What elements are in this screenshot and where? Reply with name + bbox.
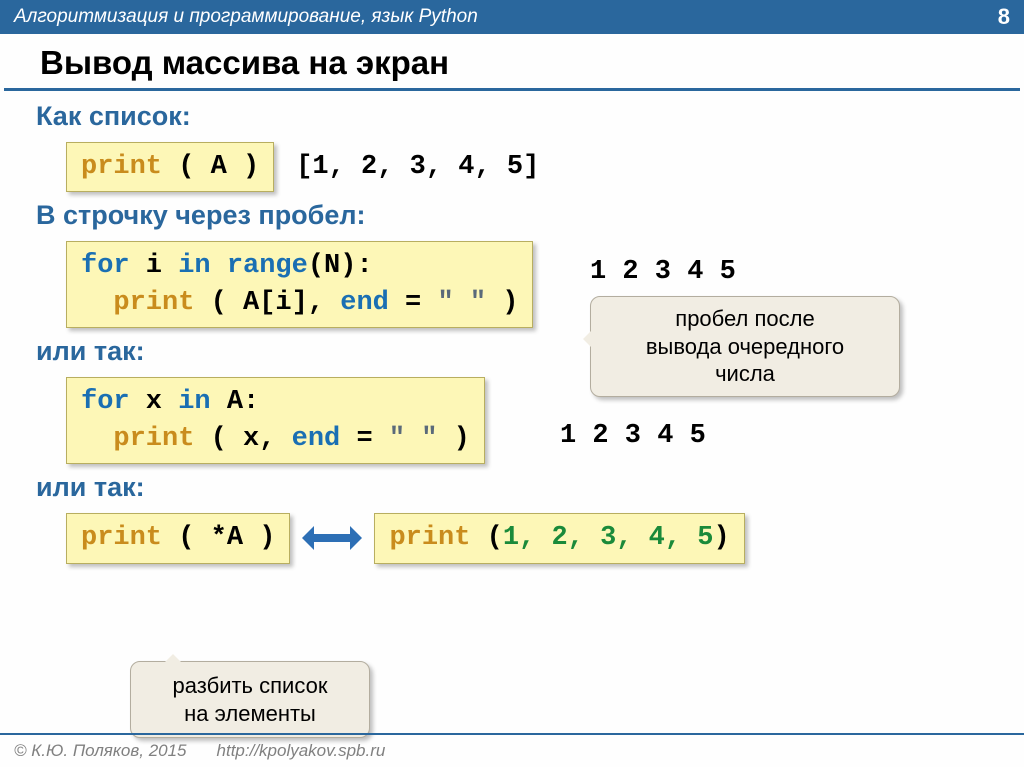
code-print-star: print ( *A ) xyxy=(66,513,290,563)
row-print-star: print ( *A ) print (1, 2, 3, 4, 5) xyxy=(66,513,988,563)
page-number: 8 xyxy=(998,4,1010,30)
double-arrow-icon xyxy=(302,523,362,553)
course-title: Алгоритмизация и программирование, язык … xyxy=(14,6,478,28)
code-print-a: print ( A ) xyxy=(66,142,274,192)
slide-title: Вывод массива на экран xyxy=(4,34,1020,91)
section-as-line: В строчку через пробел: xyxy=(36,200,988,231)
callout-split: разбить список на элементы xyxy=(130,661,370,738)
footer: © К.Ю. Поляков, 2015 http://kpolyakov.sp… xyxy=(0,733,1024,767)
code-print-nums: print (1, 2, 3, 4, 5) xyxy=(374,513,744,563)
slide-content: Как список: print ( A ) [1, 2, 3, 4, 5] … xyxy=(0,101,1024,564)
callout-space: пробел после вывода очередного числа xyxy=(590,296,900,397)
section-as-list: Как список: xyxy=(36,101,988,132)
section-or-2: или так: xyxy=(36,472,988,503)
header-bar: Алгоритмизация и программирование, язык … xyxy=(0,0,1024,34)
footer-url: http://kpolyakov.spb.ru xyxy=(217,741,386,761)
output-list: [1, 2, 3, 4, 5] xyxy=(296,152,539,182)
output-spaced-2: 1 2 3 4 5 xyxy=(560,421,706,451)
row-print-list: print ( A ) [1, 2, 3, 4, 5] xyxy=(66,142,988,192)
output-spaced-1: 1 2 3 4 5 xyxy=(590,257,736,287)
footer-author: © К.Ю. Поляков, 2015 xyxy=(14,741,187,761)
